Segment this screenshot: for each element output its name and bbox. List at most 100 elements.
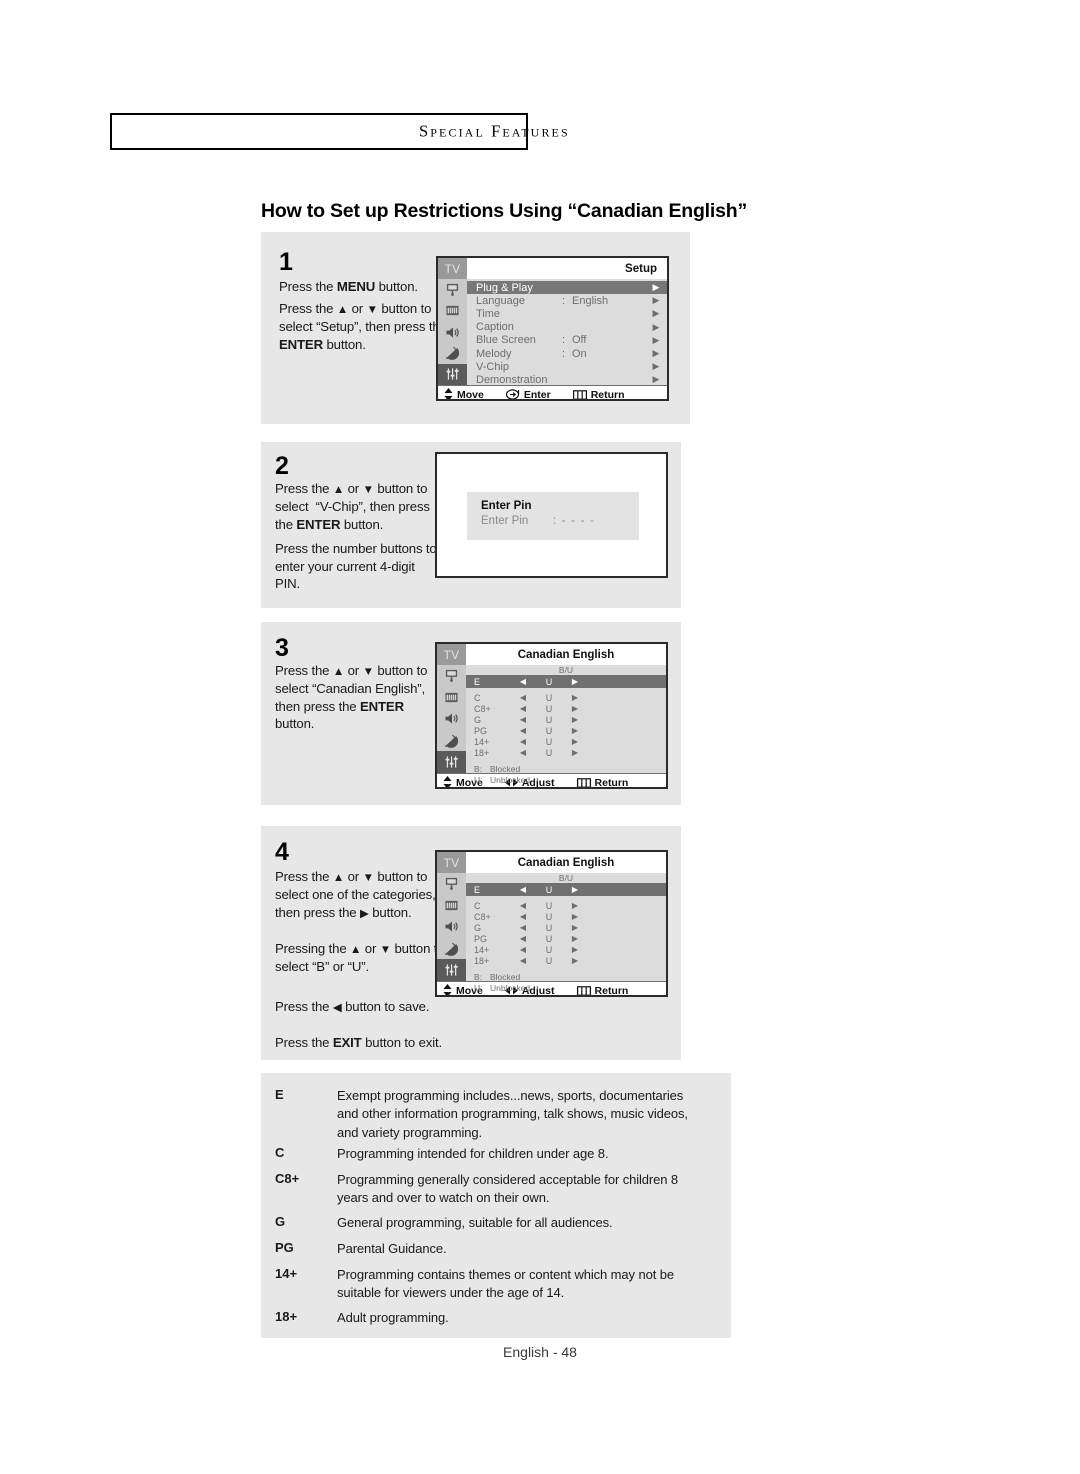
sound-speaker-icon[interactable] [437,708,466,730]
legend-row-e: E Exempt programming includes...news, sp… [275,1087,715,1142]
rating-value: U [545,911,553,922]
menu-item-blue-screen[interactable]: Blue Screen : Off ▶ [467,334,667,347]
setup-sliders-icon[interactable] [437,751,466,773]
arrow-right-icon[interactable]: ▶ [562,737,588,746]
satellite-dish-icon[interactable] [437,730,466,752]
menu-item-language[interactable]: Language : English ▶ [467,294,667,307]
channel-icon[interactable] [438,300,467,321]
rating-row-pg[interactable]: PG ◀ U ▶ [466,725,666,736]
rating-row-c8plus[interactable]: C8+ ◀ U ▶ [466,911,666,922]
satellite-dish-icon[interactable] [438,343,467,364]
menu-item-v-chip[interactable]: V-Chip ▶ [467,360,667,373]
menu-item-time[interactable]: Time ▶ [467,307,667,320]
menu-item-colon: : [562,294,566,307]
arrow-right-icon[interactable]: ▶ [562,726,588,735]
rating-row-g[interactable]: G ◀ U ▶ [466,922,666,933]
arrow-right-icon[interactable]: ▶ [562,715,588,724]
channel-icon[interactable] [437,687,466,709]
arrow-left-icon[interactable]: ◀ [510,726,536,735]
menu-item-caption[interactable]: Caption ▶ [467,321,667,334]
arrow-right-icon[interactable]: ▶ [562,677,588,686]
menu-item-melody[interactable]: Melody : On ▶ [467,347,667,360]
sound-speaker-icon[interactable] [438,321,467,342]
channel-icon[interactable] [437,895,466,917]
legend-row-g: G General programming, suitable for all … [275,1214,715,1232]
canadian-english-osd-screen-step3: TV Canadian English B/U E ◀ U ▶ C ◀ U ▶ … [435,642,668,789]
arrow-right-icon[interactable]: ▶ [562,945,588,954]
rating-row-14plus[interactable]: 14+ ◀ U ▶ [466,736,666,747]
setup-menu-list: Plug & Play ▶ Language : English ▶ Time … [467,279,667,386]
arrow-left-icon[interactable]: ◀ [510,704,536,713]
satellite-dish-icon[interactable] [437,938,466,960]
arrow-right-icon[interactable]: ▶ [562,885,588,894]
arrow-right-icon[interactable]: ▶ [562,934,588,943]
hint-enter-label: Enter [523,388,551,401]
rating-label: E [474,884,481,895]
arrow-left-icon[interactable]: ◀ [510,912,536,921]
enter-pin-field-row[interactable]: Enter Pin : - - - - [481,515,639,527]
arrow-left-icon[interactable]: ◀ [510,945,536,954]
arrow-right-icon[interactable]: ▶ [562,748,588,757]
rating-row-c8plus[interactable]: C8+ ◀ U ▶ [466,703,666,714]
rating-row-18plus[interactable]: 18+ ◀ U ▶ [466,747,666,758]
arrow-left-icon[interactable]: ◀ [510,934,536,943]
legend-text: Blocked [490,764,521,774]
arrow-left-icon[interactable]: ◀ [510,748,536,757]
osd-body: B/U E ◀ U ▶ C ◀ U ▶ C8+ ◀ U ▶ G ◀ U ▶ PG… [437,665,666,785]
legend-text: Blocked [490,972,521,982]
section-header-box: Special Features [110,113,568,150]
rating-label: E [474,676,481,687]
sound-speaker-icon[interactable] [437,916,466,938]
legend-key: U: [474,982,483,993]
rating-row-c[interactable]: C ◀ U ▶ [466,900,666,911]
arrow-left-icon[interactable]: ◀ [510,693,536,702]
legend-code: 14+ [275,1266,298,1281]
arrow-left-icon[interactable]: ◀ [510,737,536,746]
rating-value: U [545,725,553,736]
chevron-right-icon: ▶ [652,308,660,319]
setup-sliders-icon[interactable] [437,959,466,981]
arrow-right-icon[interactable]: ▶ [562,912,588,921]
step-1-instruction-2: Press the ▲ or ▼ button to select “Setup… [279,301,447,352]
pin-osd-screen: Enter Pin Enter Pin : - - - - [435,452,668,578]
rating-row-g[interactable]: G ◀ U ▶ [466,714,666,725]
legend-description: General programming, suitable for all au… [337,1215,613,1230]
chevron-right-icon: ▶ [652,348,660,359]
menu-item-label: V-Chip [476,360,510,373]
legend-description: Parental Guidance. [337,1241,447,1256]
arrow-right-icon[interactable]: ▶ [562,704,588,713]
arrow-right-icon[interactable]: ▶ [562,956,588,965]
arrow-right-icon[interactable]: ▶ [562,901,588,910]
canadian-english-osd-screen-step4: TV Canadian English B/U E ◀ U ▶ C ◀ U ▶ … [435,850,668,997]
rating-row-e[interactable]: E ◀ U ▶ [466,883,666,896]
step-panel-3: 3 Press the ▲ or ▼ button to select “Can… [261,622,681,805]
picture-icon[interactable] [437,873,466,895]
picture-icon[interactable] [437,665,466,687]
arrow-left-icon[interactable]: ◀ [510,901,536,910]
hint-move: Move [444,388,484,399]
osd-title: Canadian English [517,648,615,661]
arrow-left-icon[interactable]: ◀ [510,715,536,724]
rating-row-c[interactable]: C ◀ U ▶ [466,692,666,703]
rating-row-14plus[interactable]: 14+ ◀ U ▶ [466,944,666,955]
arrow-right-icon[interactable]: ▶ [562,923,588,932]
osd-body: Plug & Play ▶ Language : English ▶ Time … [438,279,667,386]
step-4-instruction-3: Press the ◀ button to save. [275,999,430,1014]
picture-icon[interactable] [438,279,467,300]
hint-enter: Enter [505,388,551,401]
menu-item-value: On [572,347,587,360]
rating-row-18plus[interactable]: 18+ ◀ U ▶ [466,955,666,966]
step-4-instruction-2: Pressing the ▲ or ▼ button to select “B”… [275,941,445,975]
arrow-left-icon[interactable]: ◀ [510,677,536,686]
setup-sliders-icon[interactable] [438,363,467,386]
legend-key: U: [474,774,483,785]
rating-row-pg[interactable]: PG ◀ U ▶ [466,933,666,944]
menu-item-demonstration[interactable]: Demonstration ▶ [467,373,667,386]
arrow-left-icon[interactable]: ◀ [510,885,536,894]
arrow-left-icon[interactable]: ◀ [510,956,536,965]
rating-row-e[interactable]: E ◀ U ▶ [466,675,666,688]
rating-value: U [545,736,553,747]
arrow-left-icon[interactable]: ◀ [510,923,536,932]
arrow-right-icon[interactable]: ▶ [562,693,588,702]
menu-item-plug-and-play[interactable]: Plug & Play ▶ [467,281,667,295]
